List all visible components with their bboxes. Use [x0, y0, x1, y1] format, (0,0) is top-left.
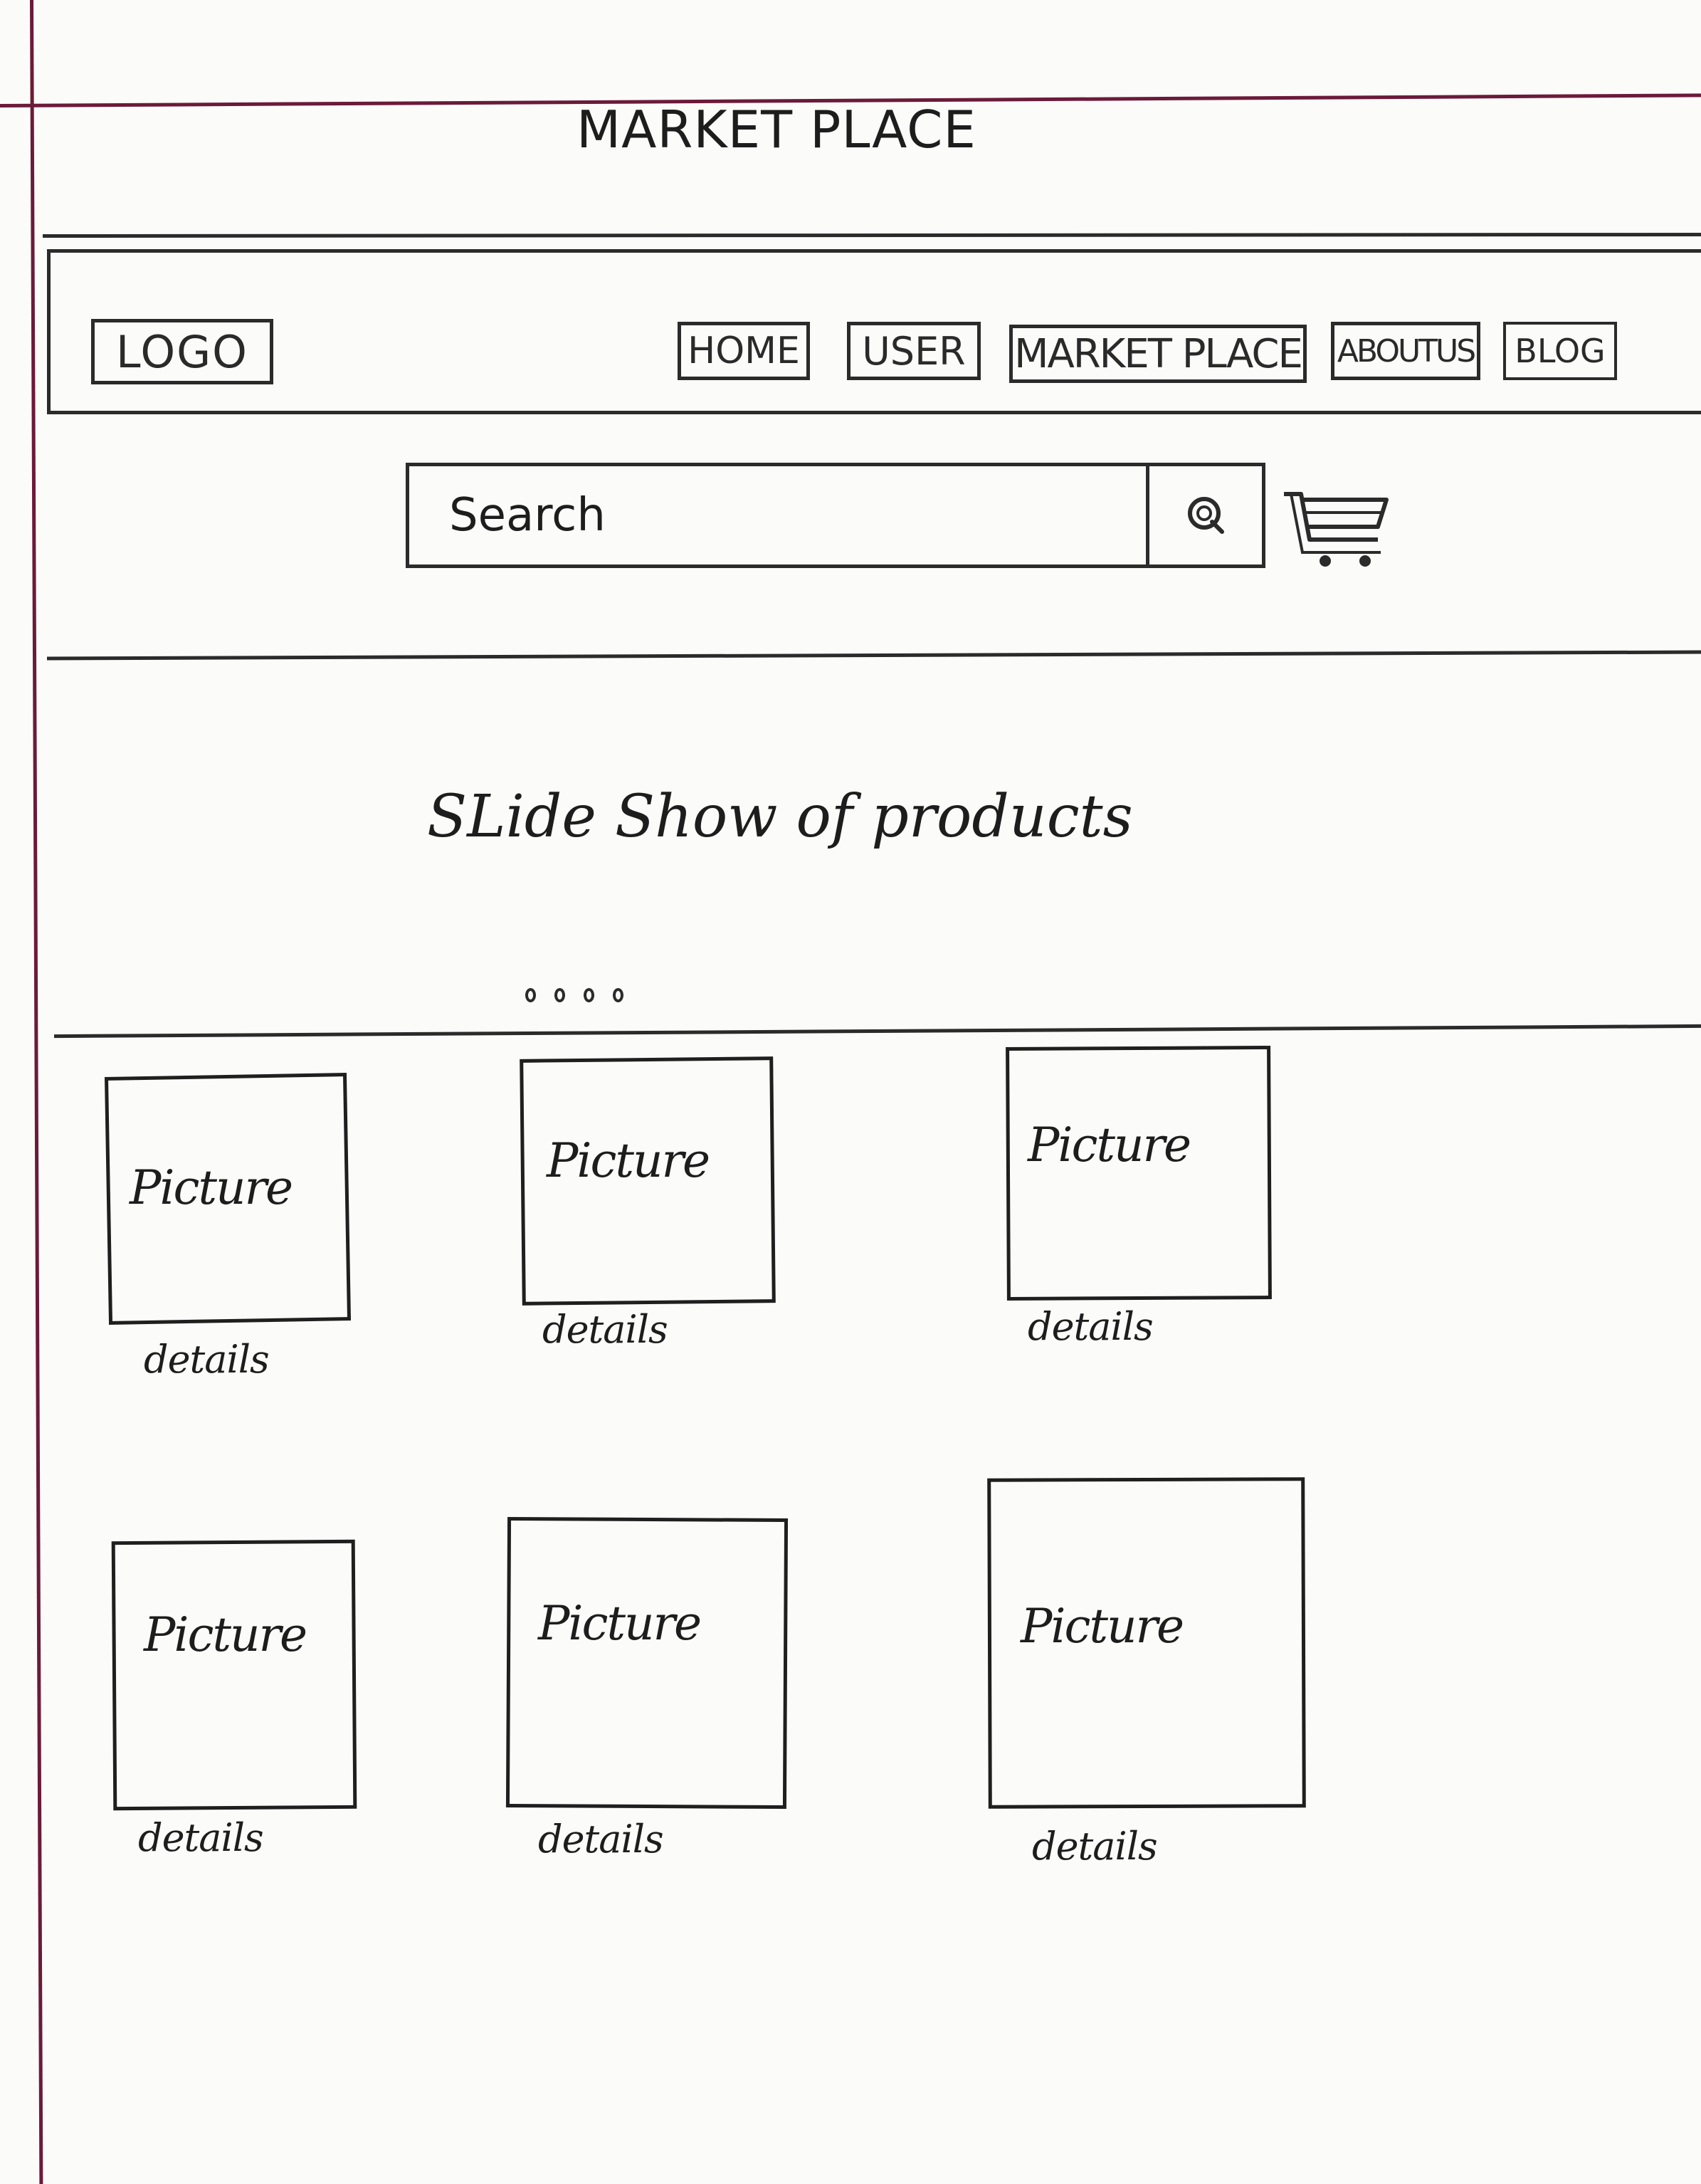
product-picture[interactable] — [111, 1539, 357, 1811]
nav-item-user[interactable]: USER — [847, 322, 981, 380]
details-link[interactable]: details — [1032, 1824, 1158, 1869]
picture-label: Picture — [547, 1133, 710, 1188]
picture-label: Picture — [1028, 1118, 1191, 1172]
slide-dot[interactable] — [613, 988, 623, 1002]
slideshow-caption: SLide Show of products — [427, 783, 1133, 851]
slide-dot[interactable] — [554, 988, 565, 1002]
nav-item-about-us[interactable]: ABOUTUS — [1331, 322, 1480, 380]
details-link[interactable]: details — [138, 1815, 264, 1860]
nav-item-home[interactable]: HOME — [678, 322, 810, 380]
cart-icon — [1284, 492, 1389, 567]
details-link[interactable]: details — [538, 1817, 664, 1862]
details-link[interactable]: details — [144, 1337, 270, 1382]
header-divider — [42, 232, 1701, 238]
product-slideshow[interactable]: SLide Show of products — [50, 655, 1701, 1025]
product-picture[interactable] — [505, 1516, 789, 1810]
picture-label: Picture — [1021, 1599, 1184, 1654]
picture-label: Picture — [130, 1160, 293, 1215]
nav-item-market-place[interactable]: MARKET PLACE — [1009, 325, 1307, 383]
search-input[interactable] — [409, 466, 1149, 565]
details-link[interactable]: details — [542, 1307, 668, 1352]
picture-label: Picture — [538, 1596, 702, 1651]
slideshow-indicators — [525, 988, 623, 1002]
details-link[interactable]: details — [1028, 1304, 1154, 1349]
slide-dot[interactable] — [525, 988, 536, 1002]
picture-label: Picture — [144, 1607, 307, 1662]
logo[interactable]: LOGO — [91, 319, 273, 384]
nav-item-blog[interactable]: BLOG — [1503, 322, 1617, 380]
search-bar — [406, 463, 1265, 568]
page-title: MARKET PLACE — [576, 100, 976, 159]
search-button[interactable] — [1149, 466, 1262, 565]
product-picture[interactable] — [1006, 1046, 1272, 1301]
paper-margin-line — [30, 0, 43, 2184]
slideshow-divider — [54, 1024, 1701, 1039]
slide-dot[interactable] — [584, 988, 594, 1002]
search-icon — [1188, 497, 1224, 534]
cart-button[interactable] — [1281, 484, 1395, 569]
